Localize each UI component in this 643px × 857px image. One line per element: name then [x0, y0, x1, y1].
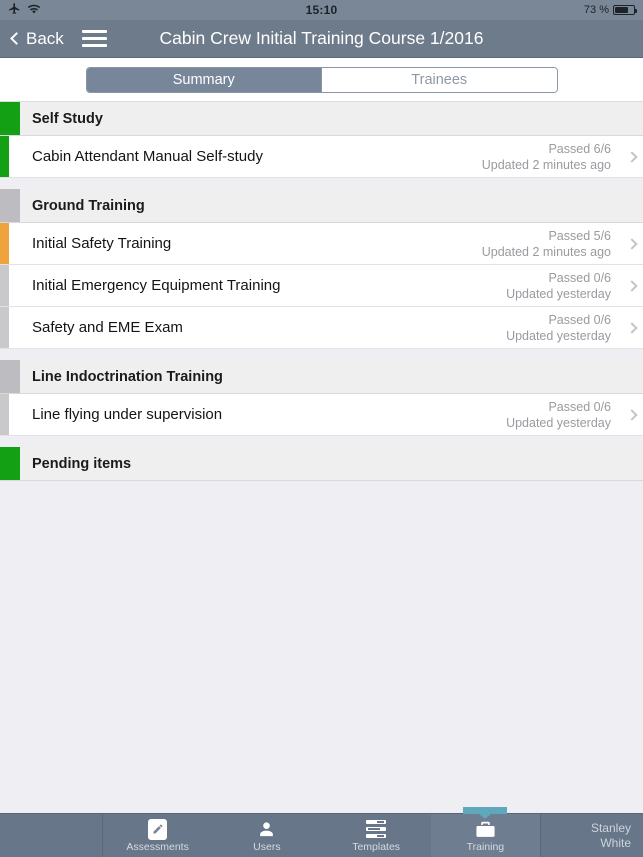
section-header: Pending items: [0, 447, 643, 481]
navigation-bar: Back Cabin Crew Initial Training Course …: [0, 20, 643, 58]
section-accent-bar: [0, 189, 20, 222]
row-meta: Passed 5/6 Updated 2 minutes ago: [482, 223, 621, 264]
row-status: Passed 5/6: [548, 228, 611, 243]
row-status: Passed 6/6: [548, 141, 611, 156]
section-title: Self Study: [32, 110, 103, 127]
row-accent-bar: [0, 223, 9, 264]
person-icon: [257, 819, 276, 840]
row-disclosure[interactable]: [621, 394, 643, 435]
chevron-right-icon: [626, 237, 638, 250]
row-accent-bar: [0, 136, 9, 177]
chevron-right-icon: [626, 150, 638, 163]
tab-bar-items: Assessments Users Templates Training: [103, 807, 540, 857]
row-meta: Passed 6/6 Updated 2 minutes ago: [482, 136, 621, 177]
row-label: Initial Emergency Equipment Training: [32, 277, 281, 294]
tab-bar: Assessments Users Templates Training Sta…: [0, 807, 643, 857]
section-accent-bar: [0, 360, 20, 393]
current-user[interactable]: Stanley White: [540, 814, 643, 857]
section-header: Self Study: [0, 102, 643, 136]
section-accent-bar: [0, 102, 20, 135]
row-disclosure[interactable]: [621, 307, 643, 348]
row-disclosure[interactable]: [621, 136, 643, 177]
row-meta: Passed 0/6 Updated yesterday: [506, 394, 621, 435]
briefcase-icon: [475, 819, 496, 840]
row-label: Cabin Attendant Manual Self-study: [32, 148, 263, 165]
row-status: Passed 0/6: [548, 312, 611, 327]
section-title: Line Indoctrination Training: [32, 368, 223, 385]
segmented-control[interactable]: Summary Trainees: [85, 66, 558, 93]
row-updated: Updated 2 minutes ago: [481, 157, 611, 172]
tab-training[interactable]: Training: [430, 807, 540, 857]
app-screen: 15:10 73 % Back Cabin Crew Initial Train…: [0, 0, 643, 857]
templates-list-icon: [366, 819, 387, 840]
row-meta: Passed 0/6 Updated yesterday: [506, 307, 621, 348]
section-title: Pending items: [32, 455, 132, 472]
section-accent-bar: [0, 447, 20, 480]
row-accent-bar: [0, 265, 9, 306]
tab-templates-label: Templates: [352, 840, 401, 853]
section-gap: [0, 436, 643, 447]
training-row[interactable]: Safety and EME Exam Passed 0/6 Updated yes…: [0, 307, 643, 349]
tab-selected-indicator: [463, 807, 508, 814]
tab-users[interactable]: Users: [212, 814, 321, 857]
training-row[interactable]: Cabin Attendant Manual Self-study Passed …: [0, 136, 643, 178]
user-last-name: White: [600, 835, 631, 850]
row-label: Line flying under supervision: [32, 406, 223, 423]
segmented-control-container: Summary Trainees: [0, 58, 643, 102]
status-bar: 15:10 73 %: [0, 0, 643, 20]
row-updated: Updated yesterday: [506, 286, 611, 301]
tab-assessments[interactable]: Assessments: [103, 814, 212, 857]
back-button[interactable]: Back: [10, 29, 64, 49]
row-updated: Updated 2 minutes ago: [481, 244, 611, 259]
chevron-right-icon: [626, 408, 638, 421]
hamburger-menu-icon[interactable]: [81, 30, 107, 47]
training-row[interactable]: Initial Emergency Equipment Training Pass…: [0, 265, 643, 307]
section-gap: [0, 349, 643, 360]
chevron-right-icon: [626, 321, 638, 334]
section-header: Ground Training: [0, 189, 643, 223]
tab-assessments-label: Assessments: [126, 840, 189, 853]
battery-icon: [613, 5, 637, 15]
chevron-right-icon: [626, 279, 638, 292]
training-row[interactable]: Line flying under supervision Passed 0/6 U…: [0, 394, 643, 436]
tab-trainees[interactable]: Trainees: [321, 67, 557, 92]
back-button-label: Back: [26, 28, 64, 48]
tab-users-label: Users: [253, 840, 281, 853]
training-list: Self Study Cabin Attendant Manual Self-st…: [0, 102, 643, 813]
row-accent-bar: [0, 394, 9, 435]
row-label: Initial Safety Training: [32, 235, 172, 252]
tab-bar-left-spacer: [0, 814, 103, 857]
tab-training-label: Training: [466, 840, 505, 853]
row-status: Passed 0/6: [548, 399, 611, 414]
row-disclosure[interactable]: [621, 223, 643, 264]
tab-summary[interactable]: Summary: [86, 67, 321, 92]
tab-templates[interactable]: Templates: [322, 814, 431, 857]
section-header: Line Indoctrination Training: [0, 360, 643, 394]
row-meta: Passed 0/6 Updated yesterday: [506, 265, 621, 306]
status-bar-right: 73 %: [583, 4, 637, 16]
battery-percent-label: 73 %: [583, 4, 609, 16]
row-status: Passed 0/6: [548, 270, 611, 285]
row-updated: Updated yesterday: [506, 328, 611, 343]
user-first-name: Stanley: [590, 820, 631, 835]
row-disclosure[interactable]: [621, 265, 643, 306]
training-row[interactable]: Initial Safety Training Passed 5/6 Updated…: [0, 223, 643, 265]
row-label: Safety and EME Exam: [32, 319, 183, 336]
row-accent-bar: [0, 307, 9, 348]
section-title: Ground Training: [32, 197, 145, 214]
chevron-left-icon: [10, 32, 23, 45]
pencil-note-icon: [148, 818, 168, 840]
row-updated: Updated yesterday: [506, 415, 611, 430]
status-bar-time: 15:10: [305, 3, 338, 17]
section-gap: [0, 178, 643, 189]
